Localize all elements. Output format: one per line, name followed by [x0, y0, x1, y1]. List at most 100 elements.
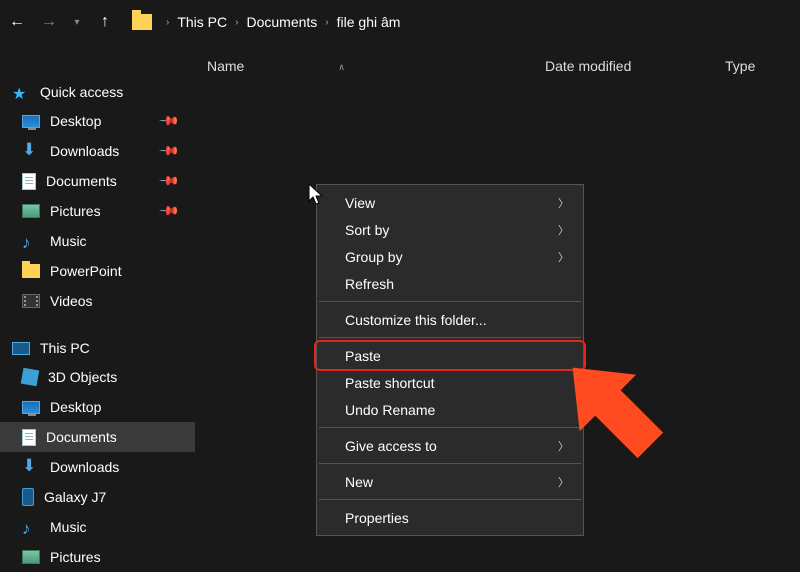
sidebar-item-desktop[interactable]: Desktop	[0, 392, 195, 422]
sidebar-item-label: Pictures	[50, 203, 101, 219]
menu-separator	[319, 463, 581, 464]
navigation-toolbar: ← → ▾ ↑ › This PC › Documents › file ghi…	[0, 0, 800, 44]
ctx-new[interactable]: New 〉	[317, 468, 583, 495]
document-icon	[22, 173, 36, 190]
ctx-label: Paste	[345, 348, 381, 364]
pin-icon: 📌	[158, 170, 181, 193]
ctx-view[interactable]: View 〉	[317, 189, 583, 216]
sidebar-this-pc[interactable]: This PC	[0, 334, 195, 362]
up-button[interactable]: ↑	[96, 13, 114, 31]
ctx-paste[interactable]: Paste	[317, 342, 583, 369]
column-header-name[interactable]: Name ∧	[195, 58, 533, 74]
document-icon	[22, 429, 36, 446]
navigation-pane: ★ Quick access Desktop 📌 ⬇ Downloads 📌 D…	[0, 70, 195, 563]
ctx-paste-shortcut[interactable]: Paste shortcut	[317, 369, 583, 396]
chevron-right-icon: 〉	[558, 474, 569, 490]
sidebar-item-label: PowerPoint	[50, 263, 122, 279]
pc-icon	[12, 342, 30, 355]
forward-button[interactable]: →	[40, 13, 58, 31]
pin-icon: 📌	[158, 140, 181, 163]
menu-separator	[319, 337, 581, 338]
sidebar-item-3d-objects[interactable]: 3D Objects	[0, 362, 195, 392]
pin-icon: 📌	[158, 200, 181, 223]
pin-icon: 📌	[158, 110, 181, 133]
context-menu: View 〉 Sort by 〉 Group by 〉 Refresh Cust…	[316, 184, 584, 536]
ctx-label: Properties	[345, 510, 409, 526]
column-headers: Name ∧ Date modified Type	[195, 53, 800, 79]
chevron-right-icon: 〉	[558, 438, 569, 454]
menu-separator	[319, 301, 581, 302]
sidebar-item-label: Downloads	[50, 459, 119, 475]
sidebar-item-label: Documents	[46, 173, 117, 189]
sidebar-item-label: Galaxy J7	[44, 489, 106, 505]
music-icon: ♪	[22, 233, 40, 249]
monitor-icon	[22, 401, 40, 414]
music-icon: ♪	[22, 519, 40, 535]
folder-icon	[22, 264, 40, 278]
column-label: Name	[207, 58, 244, 74]
back-button[interactable]: ←	[8, 13, 26, 31]
sort-indicator-icon: ∧	[338, 62, 345, 72]
ctx-label: View	[345, 195, 375, 211]
ctx-label: Give access to	[345, 438, 437, 454]
ctx-sort-by[interactable]: Sort by 〉	[317, 216, 583, 243]
ctx-undo-rename[interactable]: Undo Rename	[317, 396, 583, 423]
ctx-group-by[interactable]: Group by 〉	[317, 243, 583, 270]
chevron-right-icon: 〉	[558, 222, 569, 238]
folder-icon	[132, 14, 152, 30]
phone-icon	[22, 488, 34, 506]
sidebar-item-documents[interactable]: Documents 📌	[0, 166, 195, 196]
ctx-label: Customize this folder...	[345, 312, 487, 328]
sidebar-quick-access[interactable]: ★ Quick access	[0, 78, 195, 106]
sidebar-item-downloads[interactable]: ⬇ Downloads	[0, 452, 195, 482]
breadcrumb[interactable]: › This PC › Documents › file ghi âm	[132, 7, 400, 37]
chevron-right-icon: 〉	[558, 195, 569, 211]
sidebar-item-label: Music	[50, 233, 87, 249]
ctx-label: Refresh	[345, 276, 394, 292]
sidebar-item-videos[interactable]: Videos	[0, 286, 195, 316]
ctx-label: Group by	[345, 249, 403, 265]
sidebar-item-galaxy-j7[interactable]: Galaxy J7	[0, 482, 195, 512]
ctx-properties[interactable]: Properties	[317, 504, 583, 531]
sidebar-item-downloads[interactable]: ⬇ Downloads 📌	[0, 136, 195, 166]
download-icon: ⬇	[22, 143, 40, 159]
video-icon	[22, 294, 40, 308]
3d-icon	[21, 368, 40, 387]
sidebar-item-label: Music	[50, 519, 87, 535]
ctx-refresh[interactable]: Refresh	[317, 270, 583, 297]
ctx-label: Sort by	[345, 222, 389, 238]
ctx-label: Paste shortcut	[345, 375, 435, 391]
sidebar-item-label: 3D Objects	[48, 369, 117, 385]
sidebar-item-powerpoint[interactable]: PowerPoint	[0, 256, 195, 286]
monitor-icon	[22, 115, 40, 128]
pictures-icon	[22, 550, 40, 564]
sidebar-item-documents[interactable]: Documents	[0, 422, 195, 452]
sidebar-item-pictures[interactable]: Pictures	[0, 542, 195, 572]
breadcrumb-separator: ›	[158, 17, 177, 28]
sidebar-item-music[interactable]: ♪ Music	[0, 512, 195, 542]
download-icon: ⬇	[22, 459, 40, 475]
sidebar-item-music[interactable]: ♪ Music	[0, 226, 195, 256]
ctx-give-access-to[interactable]: Give access to 〉	[317, 432, 583, 459]
chevron-right-icon: 〉	[558, 249, 569, 265]
column-header-date[interactable]: Date modified	[533, 58, 713, 74]
breadcrumb-segment[interactable]: Documents	[246, 14, 317, 30]
menu-separator	[319, 499, 581, 500]
column-header-type[interactable]: Type	[713, 58, 755, 74]
menu-separator	[319, 427, 581, 428]
sidebar-item-pictures[interactable]: Pictures 📌	[0, 196, 195, 226]
breadcrumb-separator: ›	[317, 17, 336, 28]
breadcrumb-separator: ›	[227, 17, 246, 28]
breadcrumb-segment[interactable]: file ghi âm	[337, 14, 401, 30]
sidebar-item-label: Desktop	[50, 113, 101, 129]
pictures-icon	[22, 204, 40, 218]
mouse-cursor-icon	[308, 183, 326, 207]
ctx-customize-folder[interactable]: Customize this folder...	[317, 306, 583, 333]
sidebar-item-label: Documents	[46, 429, 117, 445]
sidebar-item-label: Videos	[50, 293, 93, 309]
sidebar-group-label: This PC	[40, 340, 90, 356]
sidebar-item-desktop[interactable]: Desktop 📌	[0, 106, 195, 136]
sidebar-item-label: Desktop	[50, 399, 101, 415]
breadcrumb-segment[interactable]: This PC	[177, 14, 227, 30]
history-dropdown-icon[interactable]: ▾	[68, 17, 86, 28]
